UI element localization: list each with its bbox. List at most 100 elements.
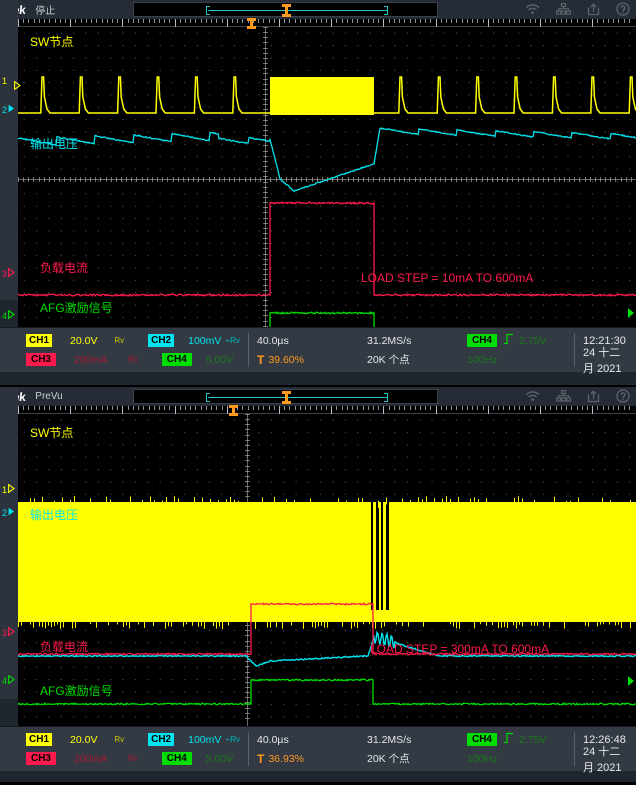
sample-rate-value-2[interactable]: 31.2MS/s	[367, 734, 411, 746]
record-length-value-2[interactable]: 20K 个点	[367, 751, 410, 766]
trace-ch1-sw-node-2	[18, 496, 636, 629]
overview-left-bracket-2[interactable]	[206, 393, 207, 402]
trigger-settings-group: CH4 2.75V 100Hz	[459, 328, 574, 372]
wifi-icon[interactable]	[525, 3, 540, 15]
channel-marker-4[interactable]: 4	[2, 310, 15, 321]
channel-marker-gutter-bottom: 1 2 3 4	[0, 387, 18, 699]
timebase-value-2[interactable]: 40.0µs	[257, 734, 289, 746]
bottom-readout-bar-top: CH1 20.0V Rv CH2 100mV ⌁Rv CH3 200mA Rv …	[0, 327, 636, 372]
overview-right-bracket[interactable]	[387, 6, 388, 15]
trace-label-afg-signal-2: AFG激励信号	[40, 682, 113, 699]
ch1-coupling-icon[interactable]: Rv	[114, 336, 124, 345]
ch3-badge-2[interactable]: CH3	[26, 752, 56, 765]
network-icon[interactable]	[556, 390, 571, 402]
trigger-settings-group-2: CH4 2.75V 100Hz	[459, 727, 574, 771]
ch2-badge-2[interactable]: CH2	[148, 733, 174, 746]
ch2-coupling-icon-2[interactable]: ⌁Rv	[225, 735, 240, 744]
trigger-position-value[interactable]: 39.60%	[268, 354, 304, 366]
overview-record-line	[208, 10, 388, 11]
date-value-2: 24 十二月 2021	[583, 743, 628, 775]
acquisition-state-label[interactable]: 停止	[35, 2, 55, 17]
trace-label-sw-node: SW节点	[30, 33, 73, 50]
channel-marker-4b-label: 4	[2, 676, 7, 686]
channel-marker-4b[interactable]: 4	[2, 675, 15, 686]
bottom-readout-bar-bottom: CH1 20.0V Rv CH2 100mV ⌁Rv CH3 200mA Rv …	[0, 726, 636, 771]
trigger-source-badge-2[interactable]: CH4	[467, 733, 497, 746]
horizontal-settings-group: 40.0µs T 39.60%	[249, 328, 359, 372]
trigger-frequency-value-2: 100Hz	[467, 753, 497, 765]
trigger-source-badge[interactable]: CH4	[467, 334, 497, 347]
wifi-icon[interactable]	[525, 390, 540, 402]
network-icon[interactable]	[556, 3, 571, 15]
ch2-scale-2[interactable]: 100mV	[188, 734, 221, 746]
load-step-annotation: LOAD STEP = 10mA TO 600mA	[361, 271, 533, 285]
waveform-overview-bar[interactable]	[133, 2, 438, 17]
channel-marker-3b[interactable]: 3	[2, 627, 15, 638]
overview-right-bracket-2[interactable]	[387, 393, 388, 402]
channel-marker-2b-arrow	[8, 507, 15, 518]
load-step-annotation-2: LOAD STEP = 300mA TO 600mA	[370, 642, 549, 656]
save-icon[interactable]	[587, 3, 600, 16]
ch4-scale-2[interactable]: 5.00V	[206, 753, 233, 765]
trigger-level-value[interactable]: 2.75V	[519, 335, 546, 347]
ch3-coupling-icon-2[interactable]: Rv	[128, 754, 138, 763]
ruler-trigger-marker[interactable]	[247, 18, 256, 29]
ch3-scale[interactable]: 200mA	[74, 354, 120, 366]
top-status-bar: Tek 停止	[0, 0, 636, 19]
ch3-coupling-icon[interactable]: Rv	[128, 355, 138, 364]
ch2-coupling-icon[interactable]: ⌁Rv	[225, 336, 240, 345]
ch1-coupling-icon-2[interactable]: Rv	[114, 735, 124, 744]
record-length-value[interactable]: 20K 个点	[367, 352, 410, 367]
help-icon[interactable]	[616, 2, 630, 16]
date-value: 24 十二月 2021	[583, 344, 628, 376]
acquisition-settings-group: 31.2MS/s 20K 个点	[359, 328, 459, 372]
ch1-badge-2[interactable]: CH1	[26, 733, 52, 746]
sample-rate-value[interactable]: 31.2MS/s	[367, 335, 411, 347]
trigger-position-icon-2: T	[257, 752, 264, 766]
acquisition-state-label-2[interactable]: PreVu	[35, 391, 62, 402]
trigger-level-value-2[interactable]: 2.75V	[519, 734, 546, 746]
channel-marker-2-arrow	[8, 104, 15, 115]
overview-left-bracket[interactable]	[206, 6, 207, 15]
timebase-value[interactable]: 40.0µs	[257, 335, 289, 347]
channel-marker-2[interactable]: 2	[2, 104, 15, 115]
waveform-overview-bar-2[interactable]	[133, 389, 438, 404]
channel-marker-2-label: 2	[2, 105, 7, 115]
ch2-badge[interactable]: CH2	[148, 334, 174, 347]
ch1-scale[interactable]: 20.0V	[70, 335, 106, 347]
horizontal-ruler-bottom[interactable]	[0, 406, 636, 414]
channel-marker-1b-label: 1	[2, 485, 7, 495]
channel-marker-3b-label: 3	[2, 628, 7, 638]
acquisition-settings-group-2: 31.2MS/s 20K 个点	[359, 727, 459, 771]
ch4-badge-2[interactable]: CH4	[162, 752, 192, 765]
ch4-badge[interactable]: CH4	[162, 353, 192, 366]
oscilloscope-screen-top: Tek 停止	[0, 0, 636, 385]
trigger-position-value-2[interactable]: 36.93%	[268, 753, 304, 765]
channel-marker-1b[interactable]: 1	[2, 484, 15, 495]
channel-marker-1[interactable]: 1	[2, 76, 14, 86]
waveform-plot-bottom[interactable]: SW节点 输出电压 负载电流 AFG激励信号 LOAD STEP = 300mA…	[18, 414, 636, 726]
ch2-scale[interactable]: 100mV	[188, 335, 221, 347]
channel-marker-1-arrow	[8, 77, 14, 85]
ch1-scale-2[interactable]: 20.0V	[70, 734, 106, 746]
trace-label-load-current: 负载电流	[40, 259, 88, 276]
waveform-plot-top[interactable]: SW节点 输出电压 负载电流 AFG激励信号 LOAD STEP = 10mA …	[18, 27, 636, 327]
channel-marker-3[interactable]: 3	[2, 268, 15, 279]
save-icon[interactable]	[587, 390, 600, 403]
datetime-group-2: 12:26:48 24 十二月 2021	[575, 727, 636, 771]
ruler-trigger-marker-2[interactable]	[229, 405, 238, 416]
channel-marker-gutter-top: 1 2 3 4	[0, 0, 18, 300]
ch3-scale-2[interactable]: 200mA	[74, 753, 120, 765]
overview-trigger-marker-2[interactable]	[282, 391, 291, 404]
channel-marker-2b[interactable]: 2	[2, 507, 15, 518]
horizontal-ruler-top[interactable]	[0, 19, 636, 27]
help-icon[interactable]	[616, 389, 630, 403]
datetime-group: 12:21:30 24 十二月 2021	[575, 328, 636, 372]
trace-ch3-load-current	[18, 202, 636, 296]
ch4-scale[interactable]: 5.00V	[206, 354, 233, 366]
ch1-badge[interactable]: CH1	[26, 334, 52, 347]
channel-marker-2b-label: 2	[2, 508, 7, 518]
overview-trigger-marker[interactable]	[282, 4, 291, 17]
trigger-frequency-value: 100Hz	[467, 354, 497, 366]
ch3-badge[interactable]: CH3	[26, 353, 56, 366]
